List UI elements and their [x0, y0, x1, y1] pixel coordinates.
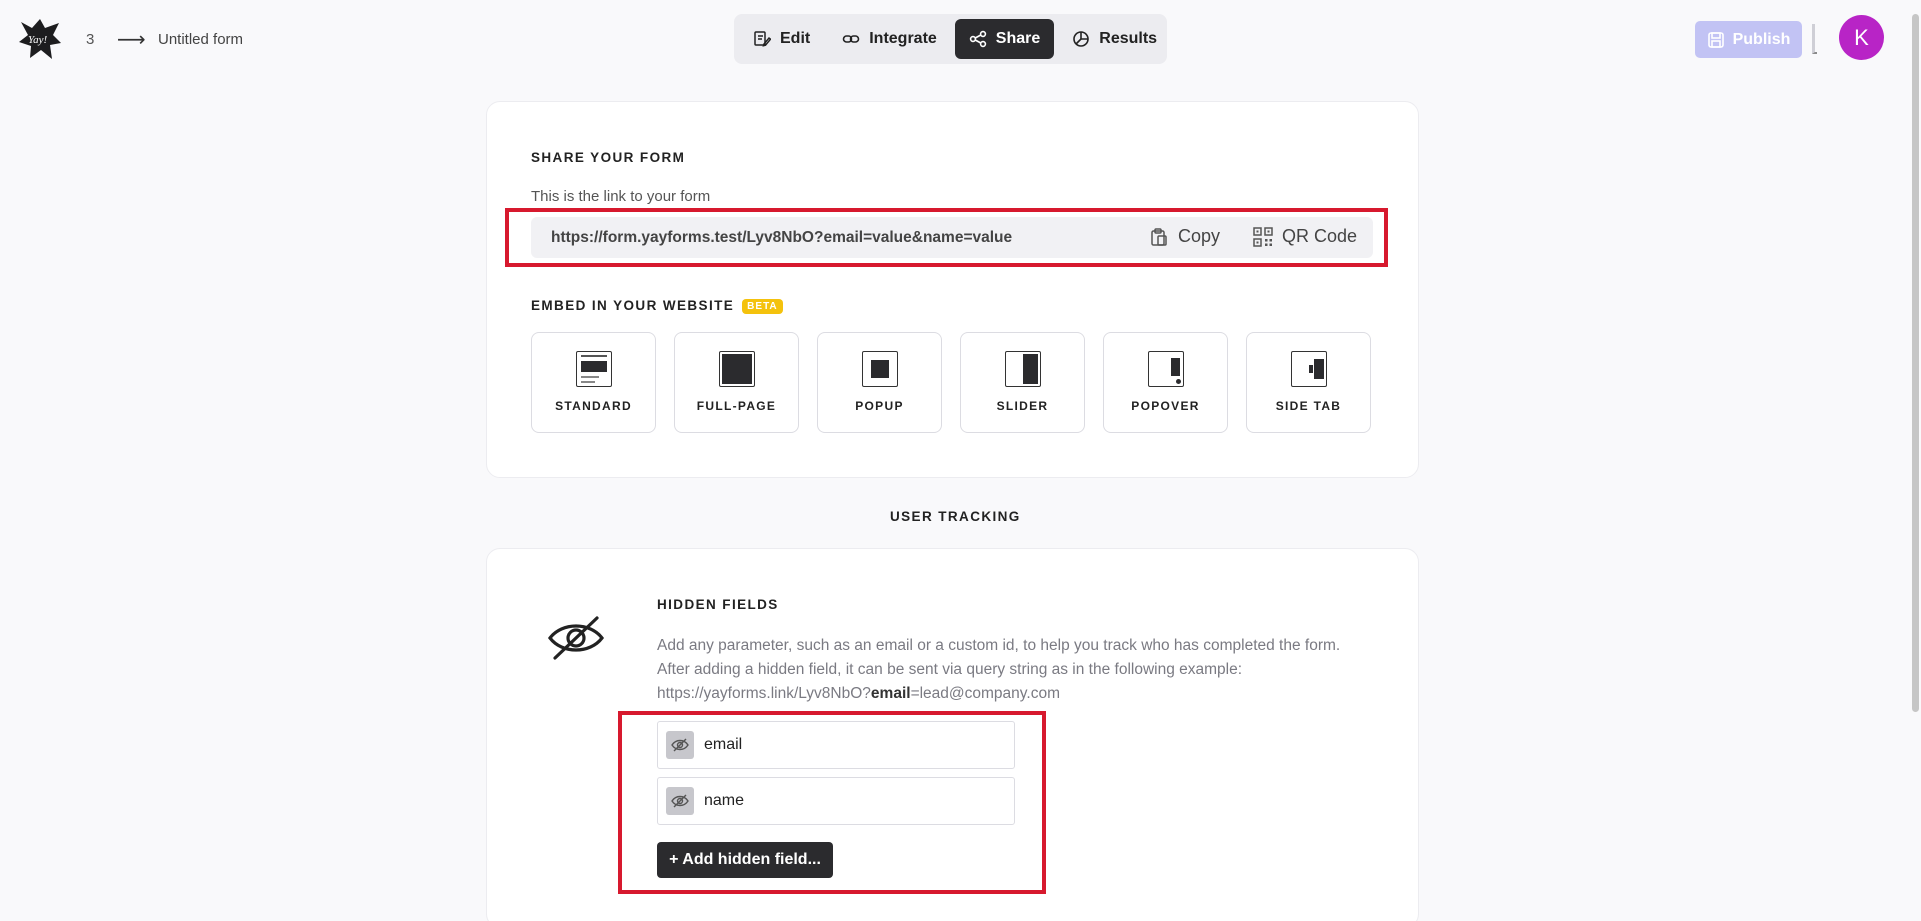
share-icon	[969, 30, 986, 48]
highlight-fields-annotation	[618, 711, 1046, 894]
embed-side-tab-label: SIDE TAB	[1275, 399, 1342, 413]
embed-popover[interactable]: POPOVER	[1103, 332, 1228, 433]
toolbar-divider	[1812, 24, 1817, 54]
embed-side-tab[interactable]: SIDE TAB	[1246, 332, 1371, 433]
hidden-fields-title: HIDDEN FIELDS	[657, 597, 779, 612]
tab-share-label: Share	[995, 30, 1041, 47]
eye-off-icon	[547, 616, 605, 660]
share-title: SHARE YOUR FORM	[531, 150, 686, 165]
tab-edit[interactable]: Edit	[739, 19, 824, 59]
desc-line-1: Add any parameter, such as an email or a…	[657, 637, 1341, 654]
publish-label: Publish	[1732, 30, 1791, 48]
slider-embed-icon	[1004, 351, 1041, 387]
scrollbar[interactable]	[1912, 14, 1919, 712]
embed-popup-label: POPUP	[855, 399, 904, 413]
embed-title: EMBED IN YOUR WEBSITE BETA	[531, 298, 783, 314]
embed-popup[interactable]: POPUP	[817, 332, 942, 433]
breadcrumb-arrow-icon: ⟶	[117, 29, 146, 51]
embed-title-text: EMBED IN YOUR WEBSITE	[531, 298, 735, 313]
example-prefix: https://yayforms.link/Lyv8NbO?	[657, 685, 871, 702]
yay-logo[interactable]: Yay!	[17, 16, 63, 62]
embed-full-page-label: FULL-PAGE	[696, 399, 777, 413]
hidden-fields-description: Add any parameter, such as an email or a…	[657, 634, 1377, 706]
save-icon	[1707, 31, 1724, 48]
share-card: SHARE YOUR FORM This is the link to your…	[486, 101, 1419, 478]
breadcrumb-number: 3	[86, 31, 95, 48]
svg-text:Yay!: Yay!	[28, 34, 47, 46]
embed-slider[interactable]: SLIDER	[960, 332, 1085, 433]
tab-share[interactable]: Share	[954, 19, 1055, 59]
beta-badge: BETA	[742, 299, 783, 314]
tab-integrate-label: Integrate	[869, 30, 937, 47]
embed-standard-label: STANDARD	[555, 399, 632, 413]
tab-results[interactable]: Results	[1058, 19, 1171, 59]
embed-popover-label: POPOVER	[1131, 399, 1200, 413]
form-title[interactable]: Untitled form	[158, 31, 243, 48]
edit-icon	[754, 31, 771, 47]
pie-chart-icon	[1073, 31, 1090, 47]
highlight-link-annotation	[505, 208, 1388, 267]
full-page-embed-icon	[718, 351, 755, 387]
app-root: Yay! 3 ⟶ Untitled form Edit Integrate Sh…	[0, 0, 1921, 921]
standard-embed-icon	[575, 351, 612, 387]
embed-standard[interactable]: STANDARD	[531, 332, 656, 433]
embed-options: STANDARD FULL-PAGE POPUP SLIDER POPOVER …	[531, 332, 1371, 433]
tab-edit-label: Edit	[780, 30, 811, 47]
desc-line-2: After adding a hidden field, it can be s…	[657, 661, 1243, 678]
user-tracking-title: USER TRACKING	[890, 509, 1021, 524]
link-caption: This is the link to your form	[531, 188, 711, 205]
main-tabs: Edit Integrate Share Results	[734, 14, 1167, 64]
side-tab-embed-icon	[1290, 351, 1327, 387]
example-url: https://yayforms.link/Lyv8NbO?email=lead…	[657, 682, 1377, 706]
embed-slider-label: SLIDER	[996, 399, 1049, 413]
tab-results-label: Results	[1099, 30, 1158, 47]
tab-integrate[interactable]: Integrate	[828, 19, 951, 59]
embed-full-page[interactable]: FULL-PAGE	[674, 332, 799, 433]
example-key: email	[870, 685, 911, 702]
popover-embed-icon	[1147, 351, 1184, 387]
avatar[interactable]: K	[1839, 15, 1884, 60]
publish-button[interactable]: Publish	[1695, 21, 1802, 58]
popup-embed-icon	[861, 351, 898, 387]
example-suffix: =lead@company.com	[910, 685, 1060, 702]
link-icon	[842, 35, 860, 43]
hidden-fields-card: HIDDEN FIELDS Add any parameter, such as…	[486, 548, 1419, 921]
